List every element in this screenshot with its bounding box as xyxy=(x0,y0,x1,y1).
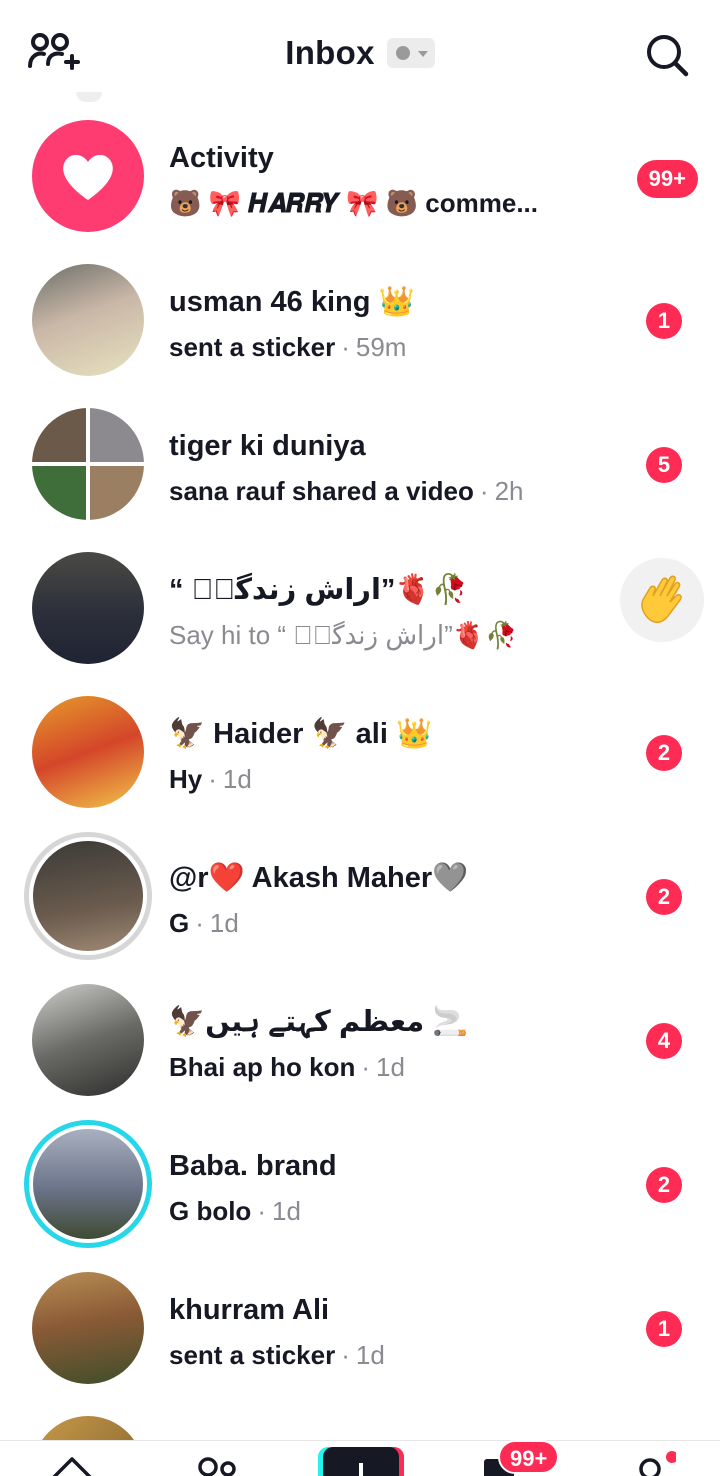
unread-badge: 2 xyxy=(646,735,682,771)
message-preview: Say hi to “ اراش زندگیؒ”🫀🥀 xyxy=(169,620,518,650)
unread-badge: 1 xyxy=(646,1311,682,1347)
avatar xyxy=(32,264,144,376)
timestamp: 1d xyxy=(355,1340,385,1370)
timestamp: 2h xyxy=(494,476,524,506)
avatar xyxy=(32,984,144,1096)
timestamp: 1d xyxy=(376,1052,405,1082)
avatar xyxy=(32,552,144,664)
unread-badge: 2 xyxy=(646,1167,682,1203)
message-preview: G xyxy=(169,908,190,938)
unread-badge: 5 xyxy=(646,447,682,483)
activity-row[interactable]: Activity 🐻 🎀 𝑯𝑨𝑹𝑹𝒀 🎀 🐻 comme... 99+ xyxy=(0,104,720,248)
contact-name: usman 46 king 👑 xyxy=(169,286,415,318)
activity-badge: 99+ xyxy=(636,160,698,198)
contact-name: Baba. brand xyxy=(169,1150,337,1182)
conversation-row[interactable]: 🦅معظم کہتے ہیں 🚬 Bhai ap ho kon · 1d 4 xyxy=(0,968,720,1112)
status-dot-icon xyxy=(395,46,410,60)
page-title: Inbox xyxy=(0,34,720,72)
timestamp: 1d xyxy=(209,908,239,938)
friends-icon[interactable] xyxy=(196,1451,240,1476)
message-preview: sent a sticker xyxy=(169,332,336,362)
unread-badge: 2 xyxy=(646,879,682,915)
activity-title: Activity xyxy=(169,142,274,174)
conversation-row[interactable]: tiger ki duniya sana rauf shared a video… xyxy=(0,392,720,536)
timestamp: 59m xyxy=(355,332,407,362)
message-preview: sana rauf shared a video xyxy=(169,476,474,506)
message-preview: G bolo xyxy=(169,1196,252,1226)
inbox-tab-badge: 99+ xyxy=(498,1440,560,1474)
status-selector[interactable] xyxy=(386,38,435,68)
conversation-row[interactable]: Baba. brand G bolo · 1d 2 xyxy=(0,1112,720,1256)
activity-avatar xyxy=(32,120,144,232)
contact-name: @r❤️ Akash Maher🩶 xyxy=(169,862,469,894)
contact-name: tiger ki duniya xyxy=(169,430,366,462)
timestamp: 1d xyxy=(272,1196,301,1226)
unread-badge: 1 xyxy=(646,303,682,339)
conversation-row[interactable]: “ اراش زندگیؒ”🫀🥀 Say hi to “ اراش زندگیؒ… xyxy=(0,536,720,680)
avatar xyxy=(24,832,152,960)
conversation-row[interactable]: khurram Ali sent a sticker · 1d 1 xyxy=(0,1256,720,1400)
home-icon[interactable] xyxy=(48,1451,96,1476)
contact-name: khurram Ali xyxy=(169,1294,330,1326)
profile-icon[interactable] xyxy=(636,1451,678,1476)
pull-indicator xyxy=(76,92,102,102)
message-preview: sent a sticker xyxy=(169,1340,336,1370)
header: Inbox xyxy=(0,0,720,104)
conversation-list: Activity 🐻 🎀 𝑯𝑨𝑹𝑹𝒀 🎀 🐻 comme... 99+ usma… xyxy=(0,104,720,1400)
message-preview: Hy xyxy=(169,764,203,794)
avatar xyxy=(32,1272,144,1384)
conversation-row[interactable]: usman 46 king 👑 sent a sticker · 59m 1 xyxy=(0,248,720,392)
unread-badge: 4 xyxy=(646,1023,682,1059)
conversation-row[interactable]: @r❤️ Akash Maher🩶 G · 1d 2 xyxy=(0,824,720,968)
avatar xyxy=(24,1120,152,1248)
create-icon[interactable] xyxy=(318,1445,404,1476)
wave-hand-icon xyxy=(641,575,682,623)
heart-icon xyxy=(63,154,113,200)
activity-preview: 🐻 🎀 𝑯𝑨𝑹𝑹𝒀 🎀 🐻 comme... xyxy=(169,188,539,218)
contact-name: 🦅 Haider 🦅 ali 👑 xyxy=(169,718,433,750)
inbox-title: Inbox xyxy=(285,34,375,71)
message-preview: Bhai ap ho kon xyxy=(169,1052,356,1082)
contact-name: 🦅معظم کہتے ہیں 🚬 xyxy=(169,1006,469,1038)
search-icon[interactable] xyxy=(644,32,690,78)
avatar xyxy=(32,696,144,808)
timestamp: 1d xyxy=(222,764,252,794)
group-avatar xyxy=(32,408,144,520)
say-hi-button[interactable] xyxy=(620,558,704,642)
conversation-row[interactable]: 🦅 Haider 🦅 ali 👑 Hy · 1d 2 xyxy=(0,680,720,824)
bottom-tab-bar xyxy=(0,1440,720,1476)
contact-name: “ اراش زندگیؒ”🫀🥀 xyxy=(169,574,468,606)
chevron-down-icon xyxy=(417,51,428,57)
